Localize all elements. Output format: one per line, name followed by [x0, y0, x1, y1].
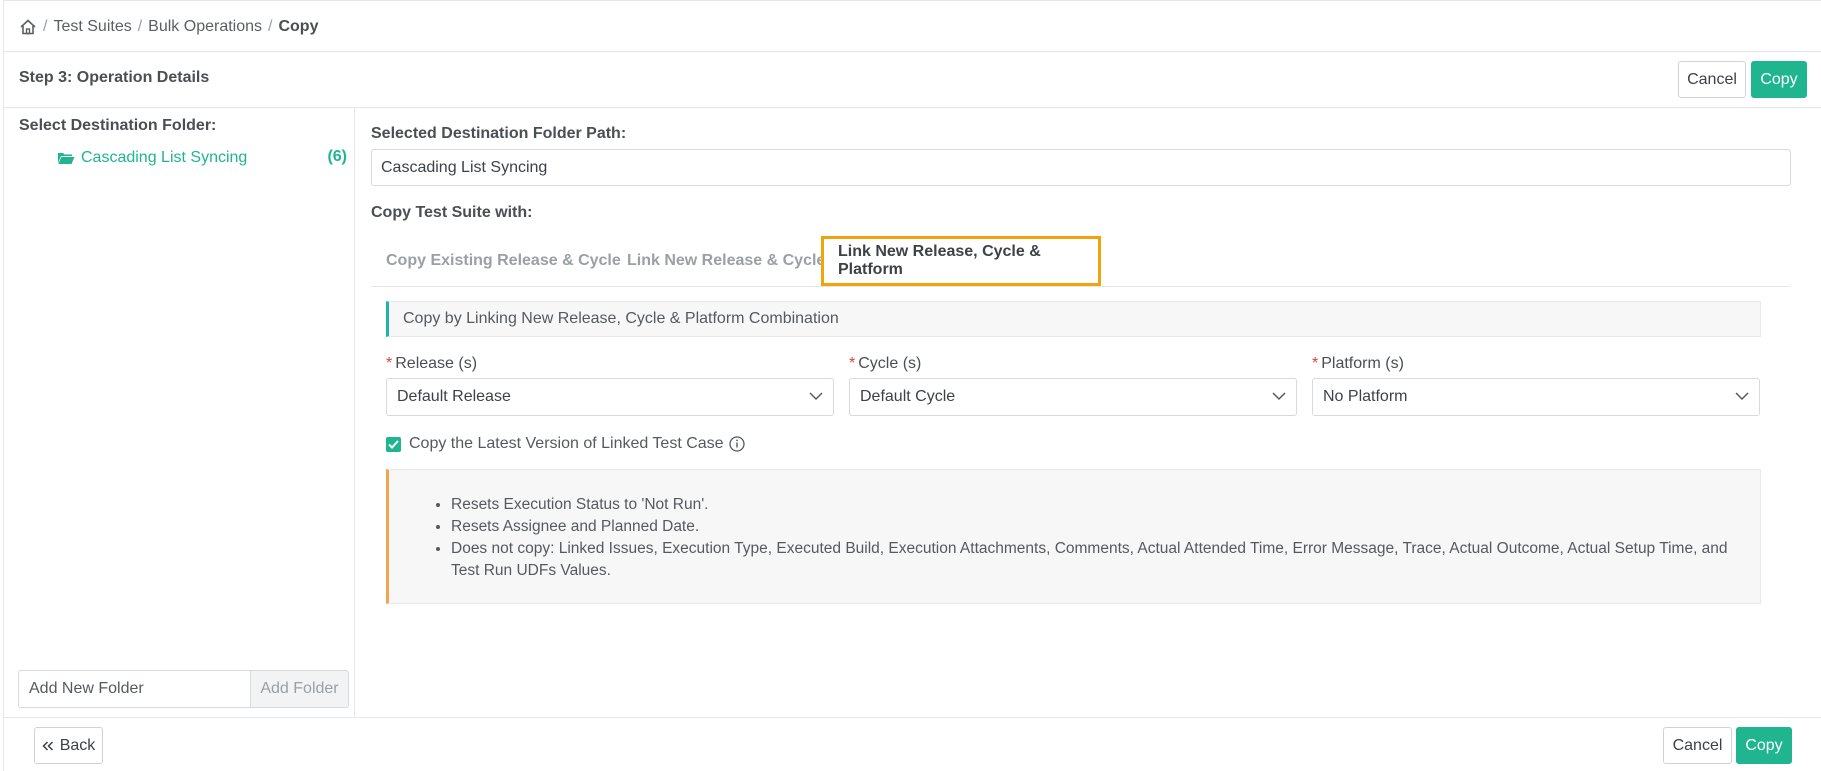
cycle-select[interactable]: Default Cycle	[849, 378, 1297, 416]
divider	[3, 717, 1821, 718]
divider	[3, 51, 1821, 52]
tab-copy-existing-release-cycle[interactable]: Copy Existing Release & Cycle	[386, 236, 621, 286]
chevron-down-icon	[809, 392, 823, 401]
breadcrumb-separator: /	[268, 18, 273, 35]
info-icon[interactable]	[728, 436, 745, 452]
home-icon[interactable]	[19, 18, 37, 36]
latest-version-checkbox-row: Copy the Latest Version of Linked Test C…	[386, 434, 745, 454]
back-button[interactable]: Back	[34, 727, 103, 764]
copy-with-label: Copy Test Suite with:	[371, 204, 533, 221]
list-item: Does not copy: Linked Issues, Execution …	[451, 538, 1760, 582]
folder-tree-label: Cascading List Syncing	[81, 149, 248, 166]
required-mark: *	[1312, 355, 1319, 372]
copy-notes-list: Resets Execution Status to 'Not Run'. Re…	[389, 494, 1760, 582]
breadcrumb-test-suites[interactable]: Test Suites	[53, 18, 131, 36]
chevron-down-icon	[1735, 392, 1749, 401]
copy-notes-panel: Resets Execution Status to 'Not Run'. Re…	[386, 469, 1761, 604]
add-folder-input[interactable]	[18, 670, 250, 708]
release-select[interactable]: Default Release	[386, 378, 834, 416]
folder-tree-item[interactable]: Cascading List Syncing (6)	[57, 148, 347, 168]
breadcrumb: / Test Suites / Bulk Operations / Copy	[19, 16, 318, 38]
platform-select-value: No Platform	[1323, 388, 1408, 405]
required-mark: *	[386, 355, 393, 372]
breadcrumb-current: Copy	[278, 18, 319, 35]
breadcrumb-separator: /	[137, 18, 143, 35]
header-cancel-button[interactable]: Cancel	[1678, 61, 1746, 98]
breadcrumb-separator: /	[43, 18, 48, 35]
breadcrumb-bulk-operations[interactable]: Bulk Operations	[148, 18, 262, 36]
destination-folder-title: Select Destination Folder:	[19, 117, 217, 134]
info-banner: Copy by Linking New Release, Cycle & Pla…	[386, 301, 1761, 337]
cycle-select-value: Default Cycle	[860, 388, 956, 405]
folder-count-badge: (6)	[327, 148, 347, 165]
destination-path-field: Cascading List Syncing	[371, 149, 1791, 186]
tab-link-new-release-cycle-platform[interactable]: Link New Release, Cycle & Platform	[821, 236, 1101, 286]
cycle-label: * Cycle (s)	[849, 355, 921, 373]
release-label-text: Release (s)	[395, 355, 478, 372]
back-button-label: Back	[59, 736, 96, 754]
release-label: * Release (s)	[386, 355, 477, 373]
header-copy-button[interactable]: Copy	[1751, 61, 1807, 98]
step-title: Step 3: Operation Details	[19, 69, 210, 86]
latest-version-checkbox[interactable]	[386, 436, 401, 452]
add-folder-button[interactable]: Add Folder	[250, 670, 349, 708]
destination-path-label: Selected Destination Folder Path:	[371, 125, 627, 142]
required-mark: *	[849, 355, 856, 372]
copy-mode-tabs: Copy Existing Release & Cycle Link New R…	[371, 236, 1791, 287]
destination-folder-panel: Select Destination Folder: Cascading Lis…	[3, 108, 355, 718]
list-item: Resets Execution Status to 'Not Run'.	[451, 494, 1760, 516]
tab-link-new-release-cycle[interactable]: Link New Release & Cycle	[627, 236, 825, 286]
footer-cancel-button[interactable]: Cancel	[1663, 727, 1732, 764]
chevron-down-icon	[1272, 392, 1286, 401]
platform-label: * Platform (s)	[1312, 355, 1404, 373]
release-select-value: Default Release	[397, 388, 511, 405]
list-item: Resets Assignee and Planned Date.	[451, 516, 1760, 538]
folder-open-icon	[58, 153, 75, 164]
platform-select[interactable]: No Platform	[1312, 378, 1760, 416]
platform-label-text: Platform (s)	[1321, 355, 1404, 372]
double-chevron-left-icon	[42, 740, 53, 751]
cycle-label-text: Cycle (s)	[858, 355, 922, 372]
footer-copy-button[interactable]: Copy	[1736, 727, 1792, 764]
checkmark-icon	[388, 439, 399, 449]
latest-version-checkbox-label: Copy the Latest Version of Linked Test C…	[409, 435, 724, 452]
